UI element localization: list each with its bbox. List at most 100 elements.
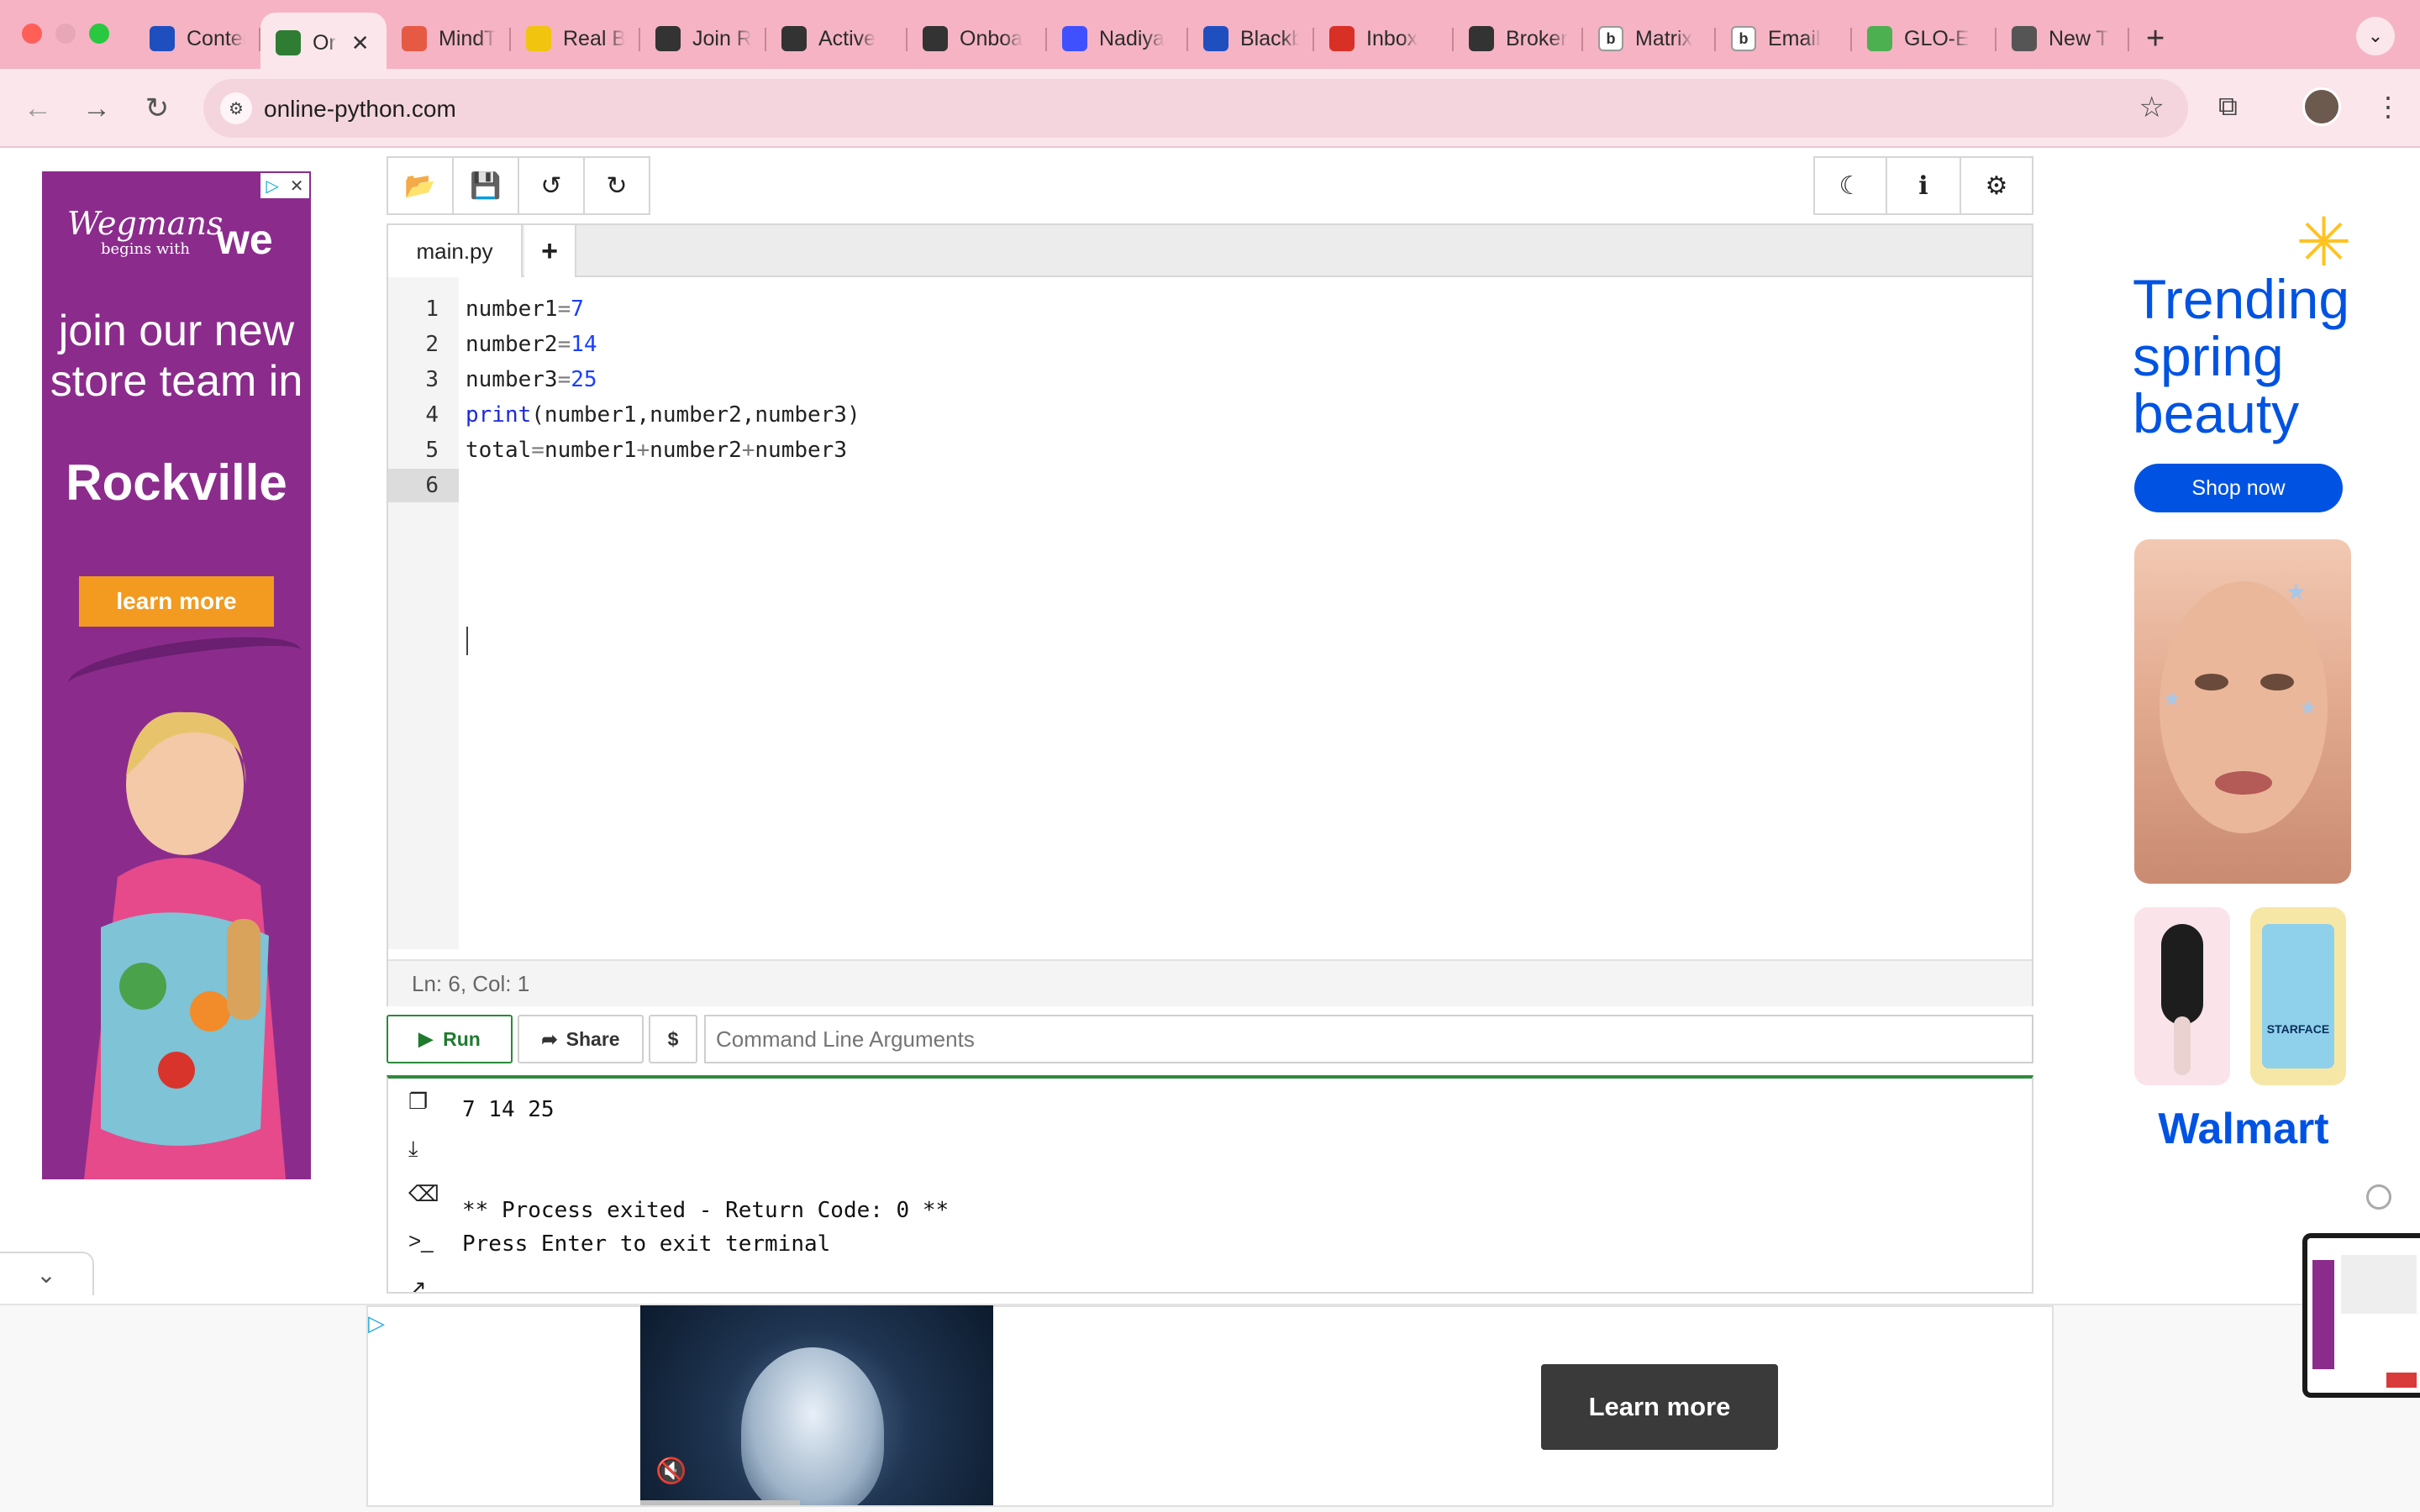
reload-button[interactable]: ↻ (136, 87, 178, 129)
browser-tab[interactable]: Onboa (908, 13, 1047, 65)
open-file-icon[interactable]: 📂 (387, 156, 454, 215)
output-console[interactable]: ❐ ⤓ ⌫ >_ ↗ 7 14 25 ** Process exited - Re… (387, 1075, 2033, 1294)
browser-tab[interactable]: b Email (1716, 13, 1852, 65)
clear-icon[interactable]: ⌫ (408, 1181, 439, 1207)
adchoices-icon[interactable]: ▷ (368, 1310, 385, 1336)
text-cursor (466, 627, 468, 655)
ad-options-icon[interactable] (2366, 1184, 2391, 1210)
run-label: Run (443, 1027, 481, 1050)
left-ad-banner[interactable]: ▷ ✕ Wegmans begins with we join our new s… (42, 171, 311, 1179)
site-info-icon[interactable]: ⚙ (220, 92, 252, 124)
tab-search-button[interactable]: ⌄ (2356, 17, 2395, 55)
tab-title: GLO-E (1904, 26, 1970, 50)
code-token: total (466, 438, 532, 463)
undo-icon[interactable]: ↺ (518, 156, 585, 215)
browser-tab[interactable]: Real B (511, 13, 640, 65)
line-number: 2 (425, 332, 439, 357)
browser-tab[interactable]: Broker (1454, 13, 1583, 65)
browser-tab[interactable]: Active (766, 13, 908, 65)
info-icon[interactable]: ℹ (1886, 156, 1961, 215)
mute-icon[interactable]: 🔇 (655, 1457, 687, 1486)
globe-icon (1867, 26, 1892, 51)
shield-icon (276, 30, 301, 55)
share-button[interactable]: ➦ Share (518, 1015, 644, 1063)
code-token: print (466, 402, 532, 428)
browser-tab[interactable]: MindT (387, 13, 511, 65)
chrome-menu-icon[interactable]: ⋮ (2375, 91, 2402, 123)
window-close-button[interactable] (22, 24, 42, 44)
ad-learn-more-button[interactable]: learn more (79, 576, 274, 627)
browser-tab[interactable]: New T (1996, 13, 2129, 65)
code-token: = (557, 332, 571, 357)
profile-avatar[interactable] (2302, 87, 2341, 126)
d-icon (526, 26, 551, 51)
ad-learn-more-button[interactable]: Learn more (1541, 1364, 1778, 1450)
browser-tab[interactable]: b Matrix (1583, 13, 1716, 65)
save-icon[interactable]: 💾 (452, 156, 519, 215)
file-tab-main-py[interactable]: main.py (388, 225, 523, 277)
run-button[interactable]: ▶ Run (387, 1015, 513, 1063)
expand-icon[interactable]: ↗ (408, 1275, 427, 1292)
ad-headline: Trending spring beauty (2133, 268, 2350, 444)
ad-brand-we: we (217, 216, 273, 263)
browser-tab[interactable]: Join R (640, 13, 766, 65)
svg-text:STARFACE: STARFACE (2267, 1022, 2329, 1036)
editor-status-bar: Ln: 6, Col: 1 (388, 959, 2032, 1006)
ad-shop-now-button[interactable]: Shop now (2134, 464, 2343, 512)
redo-icon[interactable]: ↻ (583, 156, 650, 215)
line-number: 6 (388, 469, 459, 502)
stdin-button[interactable]: $ (649, 1015, 697, 1063)
code-line: total=number1+number2+number3 (466, 433, 847, 467)
right-ad-banner[interactable]: ✳ Trending spring beauty Shop now ★ ★ ★ … (2109, 171, 2378, 1179)
browser-tab[interactable]: Blackb (1188, 13, 1314, 65)
tab-title: Blackb (1240, 26, 1299, 50)
line-number-gutter: 1 2 3 4 5 6 (388, 277, 459, 949)
bottom-ad-banner[interactable]: ▷ 🔇 Learn more (0, 1304, 2420, 1512)
command-line-args-input[interactable] (704, 1015, 2033, 1063)
b-icon: b (1731, 26, 1756, 51)
collapse-chevron-icon[interactable]: ⌄ (0, 1252, 94, 1295)
download-icon[interactable]: ⤓ (408, 1136, 418, 1163)
tab-title: Nadiya (1099, 26, 1165, 50)
new-tab-button[interactable]: + (2146, 21, 2165, 57)
screen-share-preview[interactable] (2302, 1233, 2420, 1398)
tab-title: Matrix (1635, 26, 1693, 50)
back-button[interactable]: ← (17, 87, 59, 129)
dark-mode-icon[interactable]: ☾ (1813, 156, 1887, 215)
ad-video-player[interactable]: 🔇 (640, 1305, 993, 1505)
code-token: = (557, 367, 571, 392)
extensions-icon[interactable]: ⧉ (2218, 91, 2238, 123)
browser-tab[interactable]: Or ✕ (260, 13, 387, 73)
terminal-icon[interactable]: >_ (408, 1228, 434, 1254)
share-label: Share (566, 1027, 620, 1050)
window-maximize-button[interactable] (89, 24, 109, 44)
ad-brand-logo: Wegmans (67, 205, 224, 242)
browser-tab[interactable]: GLO-E (1852, 13, 1996, 65)
browser-tab[interactable]: Inbox (1314, 13, 1454, 65)
line-number: 5 (425, 438, 439, 463)
adchoices-icon[interactable]: ▷ ✕ (260, 173, 309, 198)
add-file-button[interactable]: + (524, 225, 576, 277)
ad-model-photo: ★ ★ ★ (2134, 539, 2351, 884)
window-minimize-button[interactable] (55, 24, 76, 44)
tab-title: Onboa (960, 26, 1023, 50)
bookmark-star-icon[interactable]: ☆ (2139, 91, 2165, 124)
browser-tab[interactable]: Conter (134, 13, 260, 65)
tab-title: Or (313, 30, 336, 55)
svg-text:★: ★ (2163, 688, 2181, 711)
browser-tab[interactable]: Nadiya (1047, 13, 1188, 65)
address-bar[interactable]: ⚙ online-python.com ☆ (203, 79, 2188, 138)
bracket-icon (781, 26, 807, 51)
tab-title: New T (2049, 26, 2109, 50)
close-tab-icon[interactable]: ✕ (351, 30, 370, 56)
code-token: 25 (571, 367, 597, 392)
ad-starface-box-image: STARFACE (2250, 907, 2346, 1085)
ad-walmart-logo: Walmart (2158, 1105, 2329, 1153)
code-token: (number1,number2,number3) (531, 402, 860, 428)
browser-toolbar: ← → ↻ ⚙ online-python.com ☆ ⧉ ⋮ (0, 69, 2420, 148)
forward-button[interactable]: → (76, 87, 118, 129)
code-line: number2=14 (466, 328, 597, 361)
ad-hairbrush-image (2134, 907, 2230, 1085)
copy-icon[interactable]: ❐ (408, 1089, 428, 1115)
settings-icon[interactable]: ⚙ (1960, 156, 2033, 215)
